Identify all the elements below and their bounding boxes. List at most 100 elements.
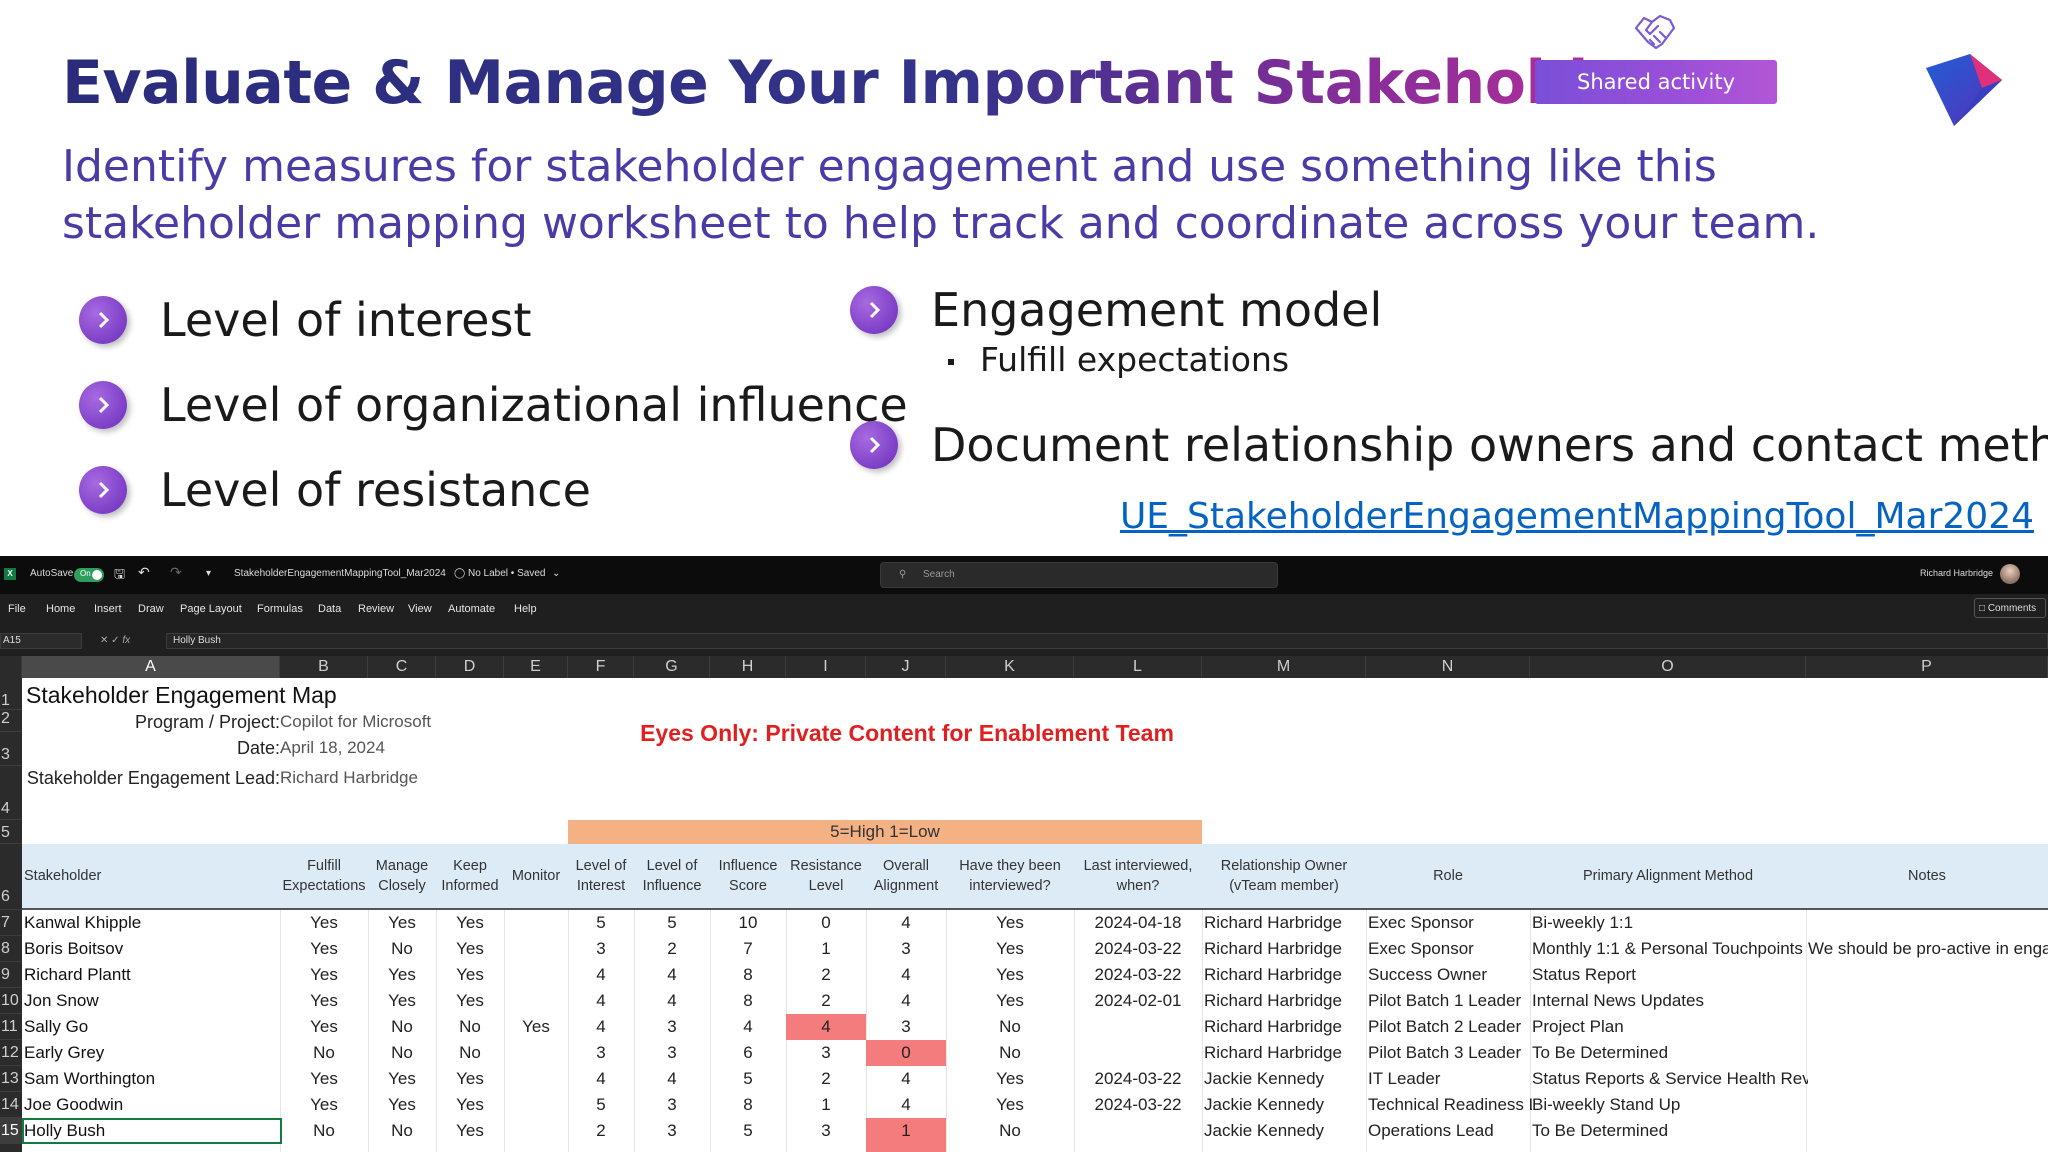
row-header[interactable]: 5 xyxy=(0,820,22,844)
cell-overall-alignment[interactable]: 4 xyxy=(866,1066,946,1092)
row-header[interactable]: 9 xyxy=(0,962,22,988)
cell-manage-closely[interactable]: Yes xyxy=(368,910,436,936)
cell-manage-closely[interactable]: No xyxy=(368,936,436,962)
cell-relationship-owner-vteam-member[interactable]: Richard Harbridge xyxy=(1202,988,1368,1014)
autosave-toggle[interactable]: On xyxy=(74,568,104,582)
cell-relationship-owner-vteam-member[interactable]: Richard Harbridge xyxy=(1202,910,1368,936)
cell-level-of-influence[interactable]: 5 xyxy=(634,910,710,936)
header-stakeholder[interactable]: Stakeholder xyxy=(22,844,282,908)
document-filename[interactable]: StakeholderEngagementMappingTool_Mar2024 xyxy=(234,568,446,579)
cell-monitor[interactable] xyxy=(504,1040,568,1066)
cell-fulfill-expectations[interactable]: Yes xyxy=(280,1066,368,1092)
cell-manage-closely[interactable]: Yes xyxy=(368,1092,436,1118)
tab-view[interactable]: View xyxy=(408,603,432,615)
cell-fulfill-expectations[interactable]: Yes xyxy=(280,962,368,988)
cell-level-of-interest[interactable]: 4 xyxy=(568,988,634,1014)
cell-influence-score[interactable]: 4 xyxy=(710,1014,786,1040)
cell-level-of-interest[interactable]: 5 xyxy=(568,910,634,936)
cell-level-of-interest[interactable]: 4 xyxy=(568,962,634,988)
cell-last-interviewed-when[interactable]: 2024-03-22 xyxy=(1074,936,1202,962)
cell-level-of-interest[interactable]: 3 xyxy=(568,936,634,962)
column-header-i[interactable]: I xyxy=(786,656,866,678)
cell-influence-score[interactable]: 6 xyxy=(710,1040,786,1066)
column-header-p[interactable]: P xyxy=(1806,656,2048,678)
header-primary-alignment-method[interactable]: Primary Alignment Method xyxy=(1530,844,1806,908)
cell-overall-alignment[interactable]: 3 xyxy=(866,936,946,962)
column-header-k[interactable]: K xyxy=(946,656,1074,678)
cell-influence-score[interactable]: 8 xyxy=(710,962,786,988)
cell-stakeholder[interactable]: Richard Plantt xyxy=(22,962,282,988)
undo-icon[interactable]: ↶ xyxy=(138,564,150,581)
column-header-a[interactable]: A xyxy=(22,656,280,678)
row-header[interactable]: 2 xyxy=(0,710,22,732)
cell-monitor[interactable] xyxy=(504,1118,568,1144)
cell-manage-closely[interactable]: No xyxy=(368,1014,436,1040)
cell-resistance-level[interactable]: 2 xyxy=(786,962,866,988)
cell-level-of-interest[interactable]: 3 xyxy=(568,1040,634,1066)
cell-monitor[interactable] xyxy=(504,962,568,988)
formula-input[interactable]: Holly Bush xyxy=(166,633,2048,649)
cell-overall-alignment[interactable]: 4 xyxy=(866,1092,946,1118)
header-resistance-level[interactable]: Resistance Level xyxy=(786,844,866,908)
row-header[interactable]: 15 xyxy=(0,1118,22,1144)
sensitivity-icon[interactable]: ◯ xyxy=(454,568,465,579)
cell-stakeholder[interactable]: Sam Worthington xyxy=(22,1066,282,1092)
cell-notes[interactable] xyxy=(1806,962,2048,988)
cell-manage-closely[interactable]: Yes xyxy=(368,988,436,1014)
cell-last-interviewed-when[interactable]: 2024-03-22 xyxy=(1074,962,1202,988)
cell-keep-informed[interactable]: No xyxy=(436,1014,504,1040)
cell-relationship-owner-vteam-member[interactable]: Jackie Kennedy xyxy=(1202,1092,1368,1118)
column-header-e[interactable]: E xyxy=(504,656,568,678)
cell-resistance-level[interactable]: 2 xyxy=(786,988,866,1014)
eyes-only-warning[interactable]: Eyes Only: Private Content for Enablemen… xyxy=(542,720,1272,747)
cell-level-of-influence[interactable]: 4 xyxy=(634,962,710,988)
cell-role[interactable]: Pilot Batch 3 Leader xyxy=(1366,1040,1532,1066)
cell-fulfill-expectations[interactable]: Yes xyxy=(280,1014,368,1040)
column-header-d[interactable]: D xyxy=(436,656,504,678)
cell-resistance-level[interactable]: 2 xyxy=(786,1066,866,1092)
tab-home[interactable]: Home xyxy=(46,603,75,615)
cell-keep-informed[interactable]: Yes xyxy=(436,962,504,988)
cell-relationship-owner-vteam-member[interactable]: Jackie Kennedy xyxy=(1202,1118,1368,1144)
cell-overall-alignment[interactable]: 4 xyxy=(866,962,946,988)
column-header-c[interactable]: C xyxy=(368,656,436,678)
cell-primary-alignment-method[interactable]: Project Plan xyxy=(1530,1014,1808,1040)
row-header[interactable]: 14 xyxy=(0,1092,22,1118)
header-level-of-influence[interactable]: Level of Influence xyxy=(634,844,710,908)
header-have-they-been-interviewed[interactable]: Have they been interviewed? xyxy=(946,844,1074,908)
comments-button[interactable]: □ Comments xyxy=(1974,598,2046,618)
cell-monitor[interactable] xyxy=(504,936,568,962)
row-header[interactable]: 1 xyxy=(0,678,22,710)
cell-keep-informed[interactable]: Yes xyxy=(436,1118,504,1144)
cell-have-they-been-interviewed[interactable]: Yes xyxy=(946,1092,1074,1118)
cell-primary-alignment-method[interactable]: Monthly 1:1 & Personal Touchpoints xyxy=(1530,936,1808,962)
cell-stakeholder[interactable]: Early Grey xyxy=(22,1040,282,1066)
cell-role[interactable]: Technical Readiness Le xyxy=(1366,1092,1532,1118)
row-header[interactable]: 7 xyxy=(0,910,22,936)
cell-notes[interactable] xyxy=(1806,988,2048,1014)
header-notes[interactable]: Notes xyxy=(1806,844,2048,908)
label-status[interactable]: No Label • Saved xyxy=(468,568,545,579)
tab-formulas[interactable]: Formulas xyxy=(257,603,303,615)
column-header-g[interactable]: G xyxy=(634,656,710,678)
user-avatar[interactable] xyxy=(2000,564,2020,584)
cell-level-of-interest[interactable]: 5 xyxy=(568,1092,634,1118)
column-header-f[interactable]: F xyxy=(568,656,634,678)
program-value[interactable]: Copilot for Microsoft xyxy=(280,712,431,732)
cell-keep-informed[interactable]: Yes xyxy=(436,910,504,936)
cell-monitor[interactable] xyxy=(504,1066,568,1092)
cell-primary-alignment-method[interactable]: To Be Determined xyxy=(1530,1118,1808,1144)
cell-last-interviewed-when[interactable] xyxy=(1074,1014,1202,1040)
program-label[interactable]: Program / Project: xyxy=(135,712,280,733)
fx-icon[interactable]: ✕ ✓ fx xyxy=(100,635,130,646)
cell-relationship-owner-vteam-member[interactable]: Jackie Kennedy xyxy=(1202,1066,1368,1092)
row-header[interactable]: 13 xyxy=(0,1066,22,1092)
cell-have-they-been-interviewed[interactable]: No xyxy=(946,1118,1074,1144)
cell-keep-informed[interactable]: Yes xyxy=(436,988,504,1014)
cell-fulfill-expectations[interactable]: Yes xyxy=(280,910,368,936)
cell-primary-alignment-method[interactable]: Bi-weekly 1:1 xyxy=(1530,910,1808,936)
cell-stakeholder[interactable]: Jon Snow xyxy=(22,988,282,1014)
user-name[interactable]: Richard Harbridge xyxy=(1920,568,1993,578)
cell-primary-alignment-method[interactable]: Internal News Updates xyxy=(1530,988,1808,1014)
cell-fulfill-expectations[interactable]: Yes xyxy=(280,936,368,962)
